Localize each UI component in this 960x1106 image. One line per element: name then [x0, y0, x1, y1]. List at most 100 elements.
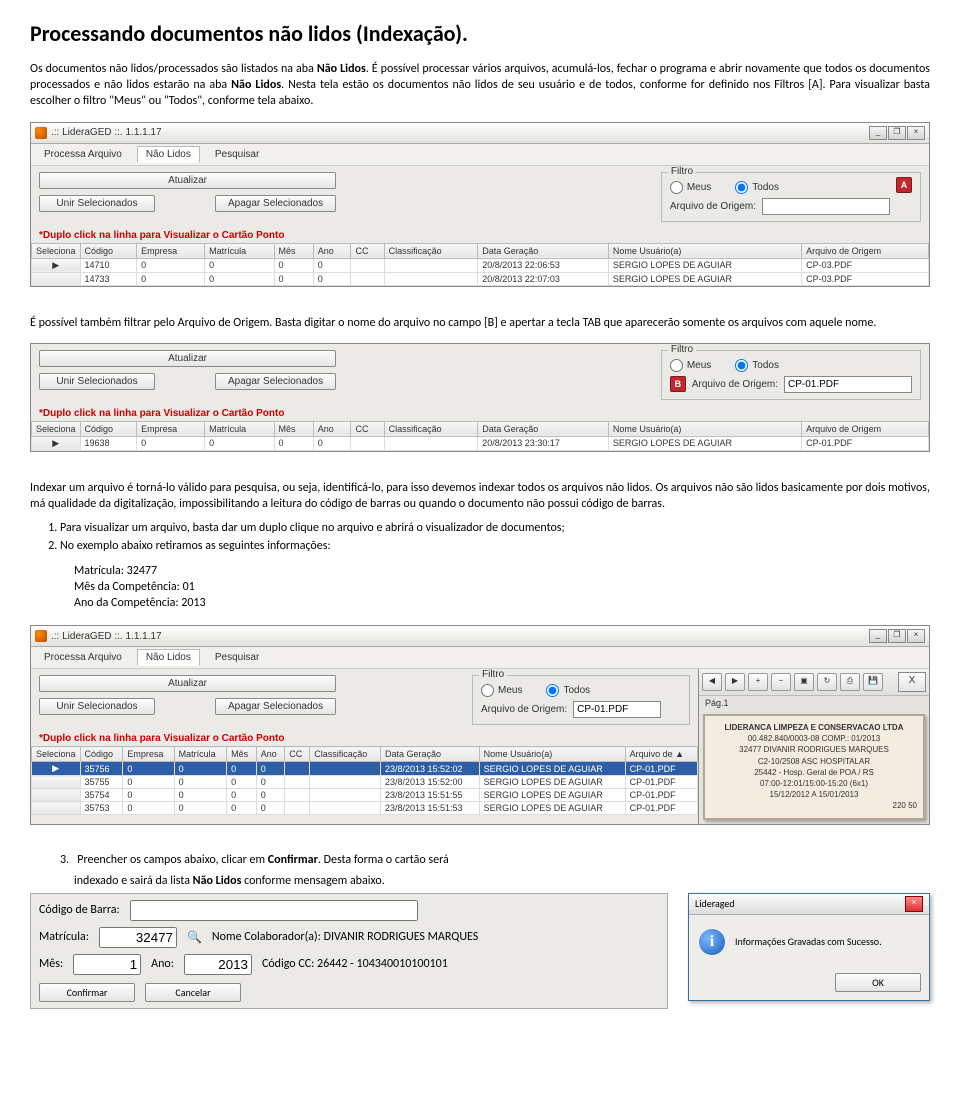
col-classificacao[interactable]: Classificação — [384, 421, 478, 436]
atualizar-button[interactable]: Atualizar — [39, 350, 336, 367]
col-seleciona[interactable]: Seleciona — [32, 421, 81, 436]
tab-processa-arquivo[interactable]: Processa Arquivo — [35, 649, 131, 666]
col-classificacao[interactable]: Classificação — [384, 243, 478, 258]
col-empresa[interactable]: Empresa — [137, 421, 205, 436]
viewer-rotate-icon[interactable]: ↻ — [817, 673, 837, 691]
tab-processa-arquivo[interactable]: Processa Arquivo — [35, 146, 131, 163]
numbered-list: Para visualizar um arquivo, basta dar um… — [60, 520, 930, 554]
data-grid[interactable]: Seleciona Código Empresa Matrícula Mês A… — [31, 243, 929, 286]
col-classificacao[interactable]: Classificação — [310, 747, 381, 762]
col-mes[interactable]: Mês — [274, 243, 313, 258]
unir-selecionados-button[interactable]: Unir Selecionados — [39, 373, 155, 390]
viewer-prev-icon[interactable]: ◀ — [702, 673, 722, 691]
data-grid[interactable]: Seleciona Código Empresa Matrícula Mês A… — [31, 746, 698, 815]
app-icon — [35, 630, 47, 642]
col-cc[interactable]: CC — [351, 421, 384, 436]
viewer-next-icon[interactable]: ▶ — [725, 673, 745, 691]
matricula-input[interactable] — [99, 927, 177, 948]
tab-pesquisar[interactable]: Pesquisar — [206, 146, 268, 163]
confirmar-button[interactable]: Confirmar — [39, 983, 135, 1002]
minimize-button[interactable]: _ — [869, 629, 887, 643]
col-cc[interactable]: CC — [351, 243, 384, 258]
col-matricula[interactable]: Matrícula — [205, 243, 274, 258]
apagar-selecionados-button[interactable]: Apagar Selecionados — [215, 698, 336, 715]
tab-pesquisar[interactable]: Pesquisar — [206, 649, 268, 666]
origem-input[interactable] — [573, 701, 661, 718]
col-arquivo-origem[interactable]: Arquivo de Origem — [802, 421, 929, 436]
search-icon[interactable]: 🔍 — [187, 930, 202, 945]
col-mes[interactable]: Mês — [227, 747, 257, 762]
atualizar-button[interactable]: Atualizar — [39, 172, 336, 189]
cell: 0 — [313, 272, 351, 285]
radio-todos[interactable]: Todos — [546, 684, 590, 697]
apagar-selecionados-button[interactable]: Apagar Selecionados — [215, 373, 336, 390]
radio-meus[interactable]: Meus — [481, 684, 522, 697]
col-data-geracao[interactable]: Data Geração — [380, 747, 479, 762]
apagar-selecionados-button[interactable]: Apagar Selecionados — [215, 195, 336, 212]
col-nome-usuario[interactable]: Nome Usuário(a) — [608, 421, 801, 436]
table-row[interactable]: ▶35756000023/8/2013 15:52:02SERGIO LOPES… — [32, 762, 698, 776]
col-seleciona[interactable]: Seleciona — [32, 747, 81, 762]
atualizar-button[interactable]: Atualizar — [39, 675, 336, 692]
radio-meus[interactable]: Meus — [670, 181, 711, 194]
data-grid[interactable]: Seleciona Código Empresa Matrícula Mês A… — [31, 421, 929, 451]
col-codigo[interactable]: Código — [80, 243, 137, 258]
col-codigo[interactable]: Código — [80, 421, 137, 436]
col-arquivo-origem[interactable]: Arquivo de Origem — [802, 243, 929, 258]
viewer-print-icon[interactable]: ⎙ — [840, 673, 860, 691]
col-matricula[interactable]: Matrícula — [205, 421, 274, 436]
card-line: C2-10/2508 ASC HOSPITALAR — [711, 756, 917, 767]
col-nome-usuario[interactable]: Nome Usuário(a) — [479, 747, 625, 762]
col-ano[interactable]: Ano — [256, 747, 285, 762]
table-row[interactable]: 35754000023/8/2013 15:51:55SERGIO LOPES … — [32, 789, 698, 802]
tab-nao-lidos[interactable]: Não Lidos — [137, 649, 200, 666]
viewer-close-button[interactable]: X — [898, 672, 926, 692]
col-ano[interactable]: Ano — [313, 421, 351, 436]
maximize-button[interactable]: ❐ — [888, 126, 906, 140]
card-line: 220 50 — [711, 800, 917, 811]
table-row[interactable]: 35753000023/8/2013 15:51:53SERGIO LOPES … — [32, 802, 698, 815]
cell: 35754 — [80, 789, 123, 802]
radio-meus[interactable]: Meus — [670, 359, 711, 372]
col-empresa[interactable]: Empresa — [137, 243, 205, 258]
radio-todos[interactable]: Todos — [735, 359, 779, 372]
radio-todos[interactable]: Todos — [735, 181, 779, 194]
col-codigo[interactable]: Código — [80, 747, 123, 762]
col-nome-usuario[interactable]: Nome Usuário(a) — [608, 243, 801, 258]
viewer-fit-icon[interactable]: ▣ — [794, 673, 814, 691]
col-matricula[interactable]: Matrícula — [174, 747, 226, 762]
maximize-button[interactable]: ❐ — [888, 629, 906, 643]
origem-input[interactable] — [762, 198, 890, 215]
col-seleciona[interactable]: Seleciona — [32, 243, 81, 258]
mes-input[interactable] — [73, 954, 141, 975]
tab-nao-lidos[interactable]: Não Lidos — [137, 146, 200, 163]
table-row[interactable]: ▶ 14710 0 0 0 0 20/8/2013 22:06:53 SERGI… — [32, 258, 929, 272]
table-row[interactable]: 35755000023/8/2013 15:52:00SERGIO LOPES … — [32, 776, 698, 789]
col-ano[interactable]: Ano — [313, 243, 351, 258]
minimize-button[interactable]: _ — [869, 126, 887, 140]
col-cc[interactable]: CC — [285, 747, 310, 762]
table-row[interactable]: 14733 0 0 0 0 20/8/2013 22:07:03 SERGIO … — [32, 272, 929, 285]
origem-input[interactable] — [784, 376, 912, 393]
col-data-geracao[interactable]: Data Geração — [478, 421, 609, 436]
close-button[interactable]: × — [907, 126, 925, 140]
cancelar-button[interactable]: Cancelar — [145, 983, 241, 1002]
list-item: Para visualizar um arquivo, basta dar um… — [60, 520, 930, 536]
codigo-barra-input[interactable] — [130, 900, 418, 921]
marker-a: A — [896, 177, 912, 193]
col-empresa[interactable]: Empresa — [123, 747, 174, 762]
viewer-zoomout-icon[interactable]: − — [771, 673, 791, 691]
col-data-geracao[interactable]: Data Geração — [478, 243, 609, 258]
col-mes[interactable]: Mês — [274, 421, 313, 436]
unir-selecionados-button[interactable]: Unir Selecionados — [39, 195, 155, 212]
dialog-close-button[interactable]: × — [905, 896, 923, 912]
viewer-zoomin-icon[interactable]: + — [748, 673, 768, 691]
close-button[interactable]: × — [907, 629, 925, 643]
table-row[interactable]: ▶ 19638 0 0 0 0 20/8/2013 23:30:17 SERGI… — [32, 436, 929, 450]
nome-colaborador-label: Nome Colaborador(a): DIVANIR RODRIGUES M… — [212, 930, 478, 944]
col-arquivo-origem[interactable]: Arquivo de ▲ — [625, 747, 697, 762]
viewer-save-icon[interactable]: 💾 — [863, 673, 883, 691]
unir-selecionados-button[interactable]: Unir Selecionados — [39, 698, 155, 715]
dialog-ok-button[interactable]: OK — [835, 973, 921, 992]
ano-input[interactable] — [184, 954, 252, 975]
